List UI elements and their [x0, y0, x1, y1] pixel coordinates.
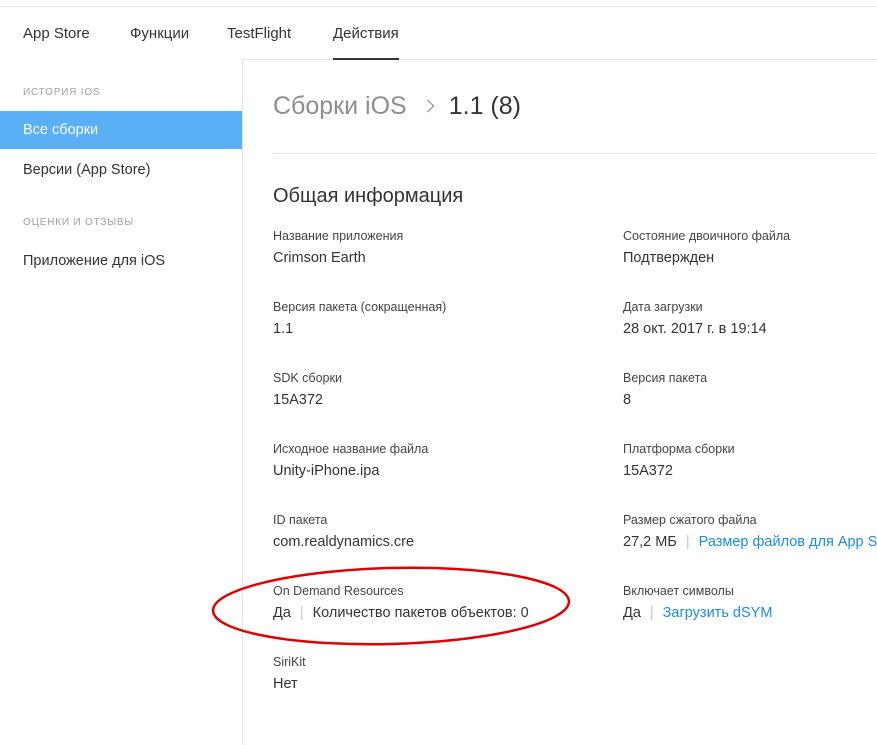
sidebar-item-ios-app[interactable]: Приложение для iOS — [0, 242, 242, 280]
sidebar-item-all-builds[interactable]: Все сборки — [0, 111, 242, 149]
field-label: ID пакета — [273, 513, 328, 527]
field-label: Дата загрузки — [623, 300, 703, 314]
field-value: Crimson Earth — [273, 250, 366, 266]
download-dsym-link[interactable]: Загрузить dSYM — [663, 605, 773, 621]
field-value: Unity-iPhone.ipa — [273, 463, 380, 479]
divider — [273, 153, 877, 154]
sidebar: ИСТОРИЯ iOS Все сборки Версии (App Store… — [0, 59, 243, 745]
field-label: SiriKit — [273, 655, 306, 669]
field-label: Версия пакета — [623, 371, 708, 385]
odr-pack-count: Количество пакетов объектов: 0 — [312, 605, 529, 621]
field-label: Состояние двоичного файла — [623, 229, 791, 243]
breadcrumb-ios-builds[interactable]: Сборки iOS — [273, 92, 407, 120]
field-label: Размер сжатого файла — [623, 513, 757, 527]
tab-app-store[interactable]: App Store — [23, 25, 90, 42]
field-value: com.realdynamics.cre — [273, 534, 415, 550]
field-binary-state: Состояние двоичного файла Подтвержден — [623, 227, 790, 267]
field-includes-symbols: Включает символы Да | Загрузить dSYM — [623, 582, 772, 622]
sidebar-heading-ratings: ОЦЕНКИ И ОТЗЫВЫ — [23, 217, 135, 228]
field-value: 15A372 — [623, 463, 673, 479]
field-sirikit: SiriKit Нет — [273, 653, 306, 693]
field-value: 8 — [623, 392, 632, 408]
field-label: Включает символы — [623, 584, 734, 598]
field-label: Версия пакета (сокращенная) — [273, 300, 447, 314]
compressed-size-value: 27,2 МБ — [623, 534, 677, 550]
field-value: Да | Загрузить dSYM — [623, 604, 772, 622]
tab-features[interactable]: Функции — [130, 25, 189, 42]
field-label: SDK сборки — [273, 371, 342, 385]
main-content: Сборки iOS 1.1 (8) Общая информация Назва… — [273, 59, 877, 745]
field-value: Да | Количество пакетов объектов: 0 — [273, 604, 529, 622]
field-source-filename: Исходное название файла Unity-iPhone.ipa — [273, 440, 428, 480]
field-app-name: Название приложения Crimson Earth — [273, 227, 403, 267]
top-navigation: App Store Функции TestFlight Действия — [0, 6, 877, 60]
tab-testflight[interactable]: TestFlight — [227, 25, 291, 42]
separator: | — [299, 605, 304, 621]
breadcrumb: Сборки iOS 1.1 (8) — [273, 92, 521, 121]
field-label: Исходное название файла — [273, 442, 429, 456]
field-bundle-id: ID пакета com.realdynamics.cre — [273, 511, 414, 551]
field-value: Подтвержден — [623, 250, 715, 266]
sidebar-item-versions[interactable]: Версии (App Store) — [0, 151, 242, 189]
field-value: 15A372 — [273, 392, 323, 408]
field-short-version: Версия пакета (сокращенная) 1.1 — [273, 298, 446, 338]
field-build-sdk: SDK сборки 15A372 — [273, 369, 342, 409]
separator: | — [649, 605, 654, 621]
field-build-platform: Платформа сборки 15A372 — [623, 440, 735, 480]
field-value: 27,2 МБ | Размер файлов для App Store — [623, 533, 877, 551]
field-value: Нет — [273, 676, 298, 692]
field-label: Платформа сборки — [623, 442, 735, 456]
sidebar-heading-ios-history: ИСТОРИЯ iOS — [23, 87, 101, 98]
tab-activity[interactable]: Действия — [333, 25, 399, 60]
field-upload-date: Дата загрузки 28 окт. 2017 г. в 19:14 — [623, 298, 767, 338]
odr-enabled-value: Да — [273, 605, 291, 621]
field-value: 1.1 — [273, 321, 294, 337]
separator: | — [685, 534, 690, 550]
symbols-value: Да — [623, 605, 641, 621]
field-bundle-version: Версия пакета 8 — [623, 369, 707, 409]
field-on-demand-resources: On Demand Resources Да | Количество пакето… — [273, 582, 529, 622]
field-label: On Demand Resources — [273, 584, 404, 598]
section-title: Общая информация — [273, 185, 464, 207]
app-store-file-sizes-link[interactable]: Размер файлов для App Store — [699, 534, 877, 550]
chevron-right-icon — [421, 99, 435, 113]
breadcrumb-current: 1.1 (8) — [448, 92, 521, 120]
field-label: Название приложения — [273, 229, 404, 243]
field-value: 28 окт. 2017 г. в 19:14 — [623, 321, 767, 337]
field-compressed-size: Размер сжатого файла 27,2 МБ | Размер файл… — [623, 511, 877, 551]
